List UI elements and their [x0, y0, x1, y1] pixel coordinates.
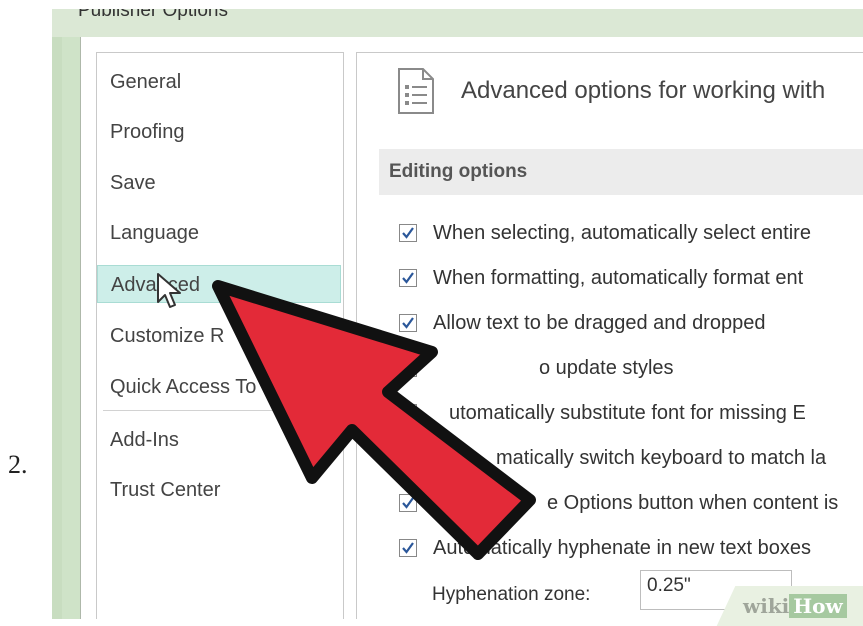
check-icon — [402, 227, 414, 239]
option-label: e Options button when content is — [547, 492, 839, 514]
title-bar: Publisher Options — [52, 9, 863, 37]
option-label: o update styles — [539, 357, 674, 379]
editing-options-section-header: Editing options — [379, 149, 863, 195]
red-pointer-arrow-icon — [212, 280, 536, 560]
nav-item-language[interactable]: Language — [97, 214, 341, 252]
option-label: When selecting, automatically select ent… — [433, 222, 811, 244]
nav-item-save[interactable]: Save — [97, 164, 341, 202]
document-options-icon — [398, 68, 434, 114]
hyphenation-zone-label: Hyphenation zone: — [432, 584, 591, 605]
window-title: Publisher Options — [78, 9, 228, 21]
step-number: 2. — [8, 450, 28, 479]
section-title: Editing options — [389, 161, 528, 182]
nav-item-proofing[interactable]: Proofing — [97, 113, 341, 151]
mouse-cursor-icon — [157, 273, 181, 308]
watermark-how: How — [789, 594, 847, 618]
panel-heading: Advanced options for working with — [461, 77, 826, 104]
option-label: matically switch keyboard to match la — [496, 447, 827, 469]
wikihow-watermark: wiki How — [743, 594, 847, 618]
window-edge — [52, 37, 62, 619]
watermark-wiki: wiki — [743, 594, 790, 618]
checkbox-checked[interactable] — [399, 224, 417, 242]
nav-item-general[interactable]: General — [97, 63, 341, 101]
